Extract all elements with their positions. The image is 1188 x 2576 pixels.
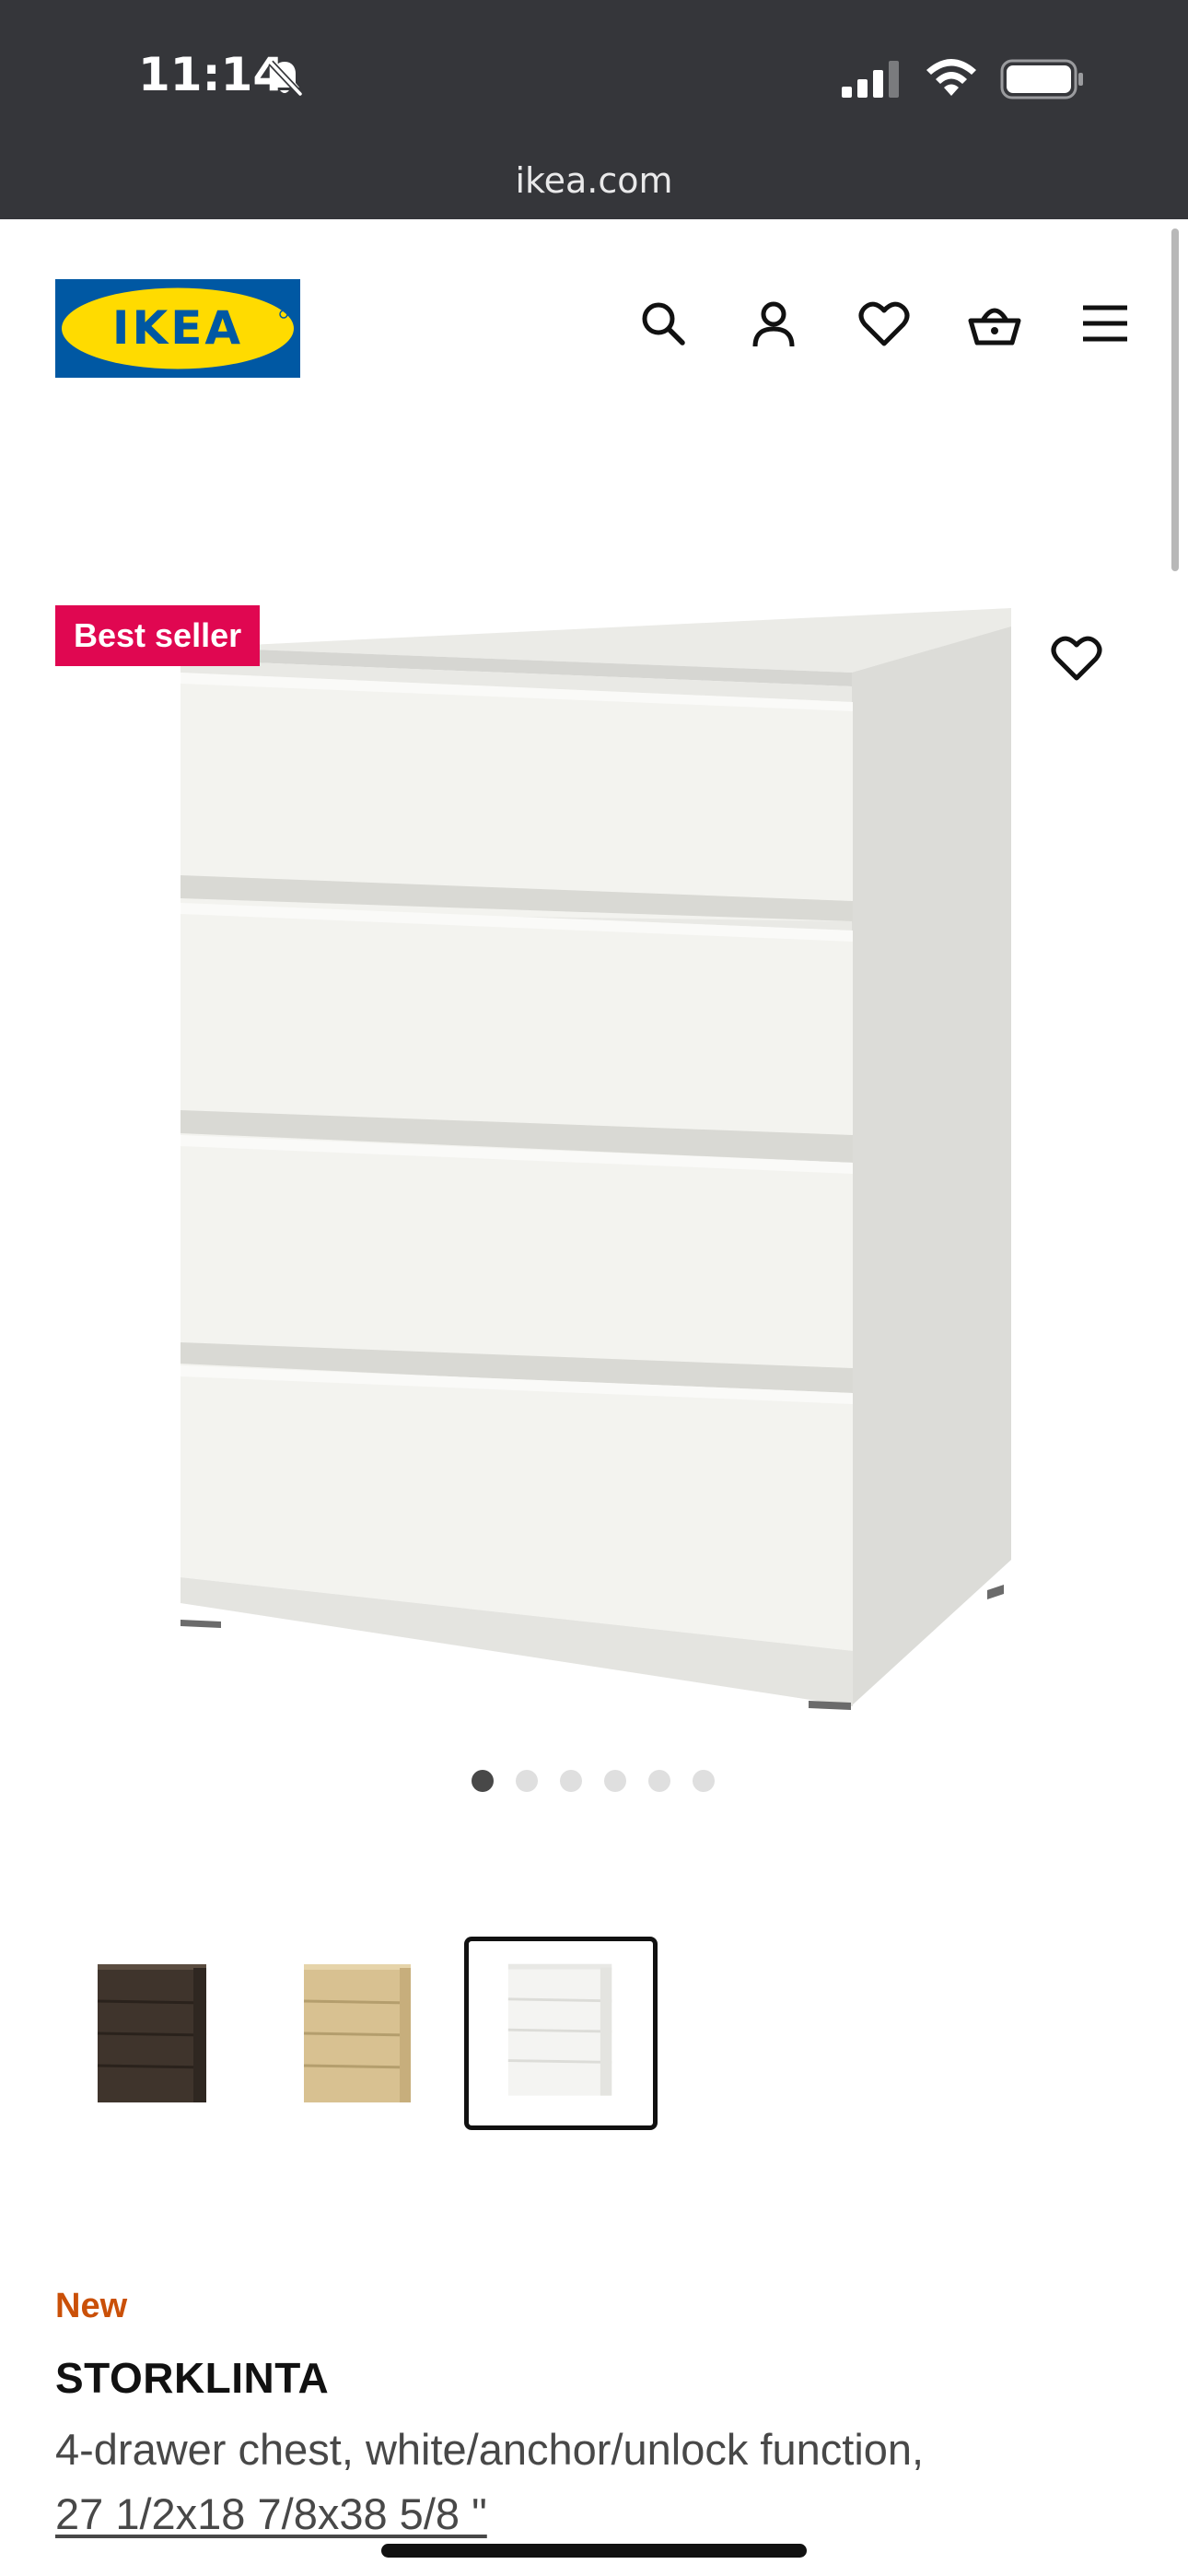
variant-chest-image [507, 1963, 612, 2096]
new-tag: New [55, 2287, 128, 2325]
ikea-logo-text: IKEA [112, 301, 243, 355]
best-seller-badge: Best seller [55, 605, 261, 666]
variant-black-brown[interactable] [55, 1937, 249, 2130]
ikea-logo[interactable]: IKEA [55, 279, 300, 378]
product-description: 4-drawer chest, white/anchor/unlock func… [55, 2418, 1142, 2547]
product-dimensions-link[interactable]: 27 1/2x18 7/8x38 5/8 " [55, 2489, 487, 2538]
bell-slash-icon [268, 60, 303, 97]
heart-icon[interactable] [1050, 631, 1103, 685]
variant-chest-image [303, 1964, 412, 2102]
menu-icon[interactable] [1078, 297, 1132, 350]
product-name: STORKLINTA [55, 2354, 330, 2402]
product-description-text: 4-drawer chest, white/anchor/unlock func… [55, 2425, 925, 2474]
home-indicator [381, 2544, 807, 2558]
page: 11:14 ikea.com IKEA Best seller New STOR… [0, 0, 1188, 2576]
wifi-icon [926, 59, 976, 96]
carousel-dot[interactable] [472, 1770, 494, 1792]
carousel-dot[interactable] [560, 1770, 582, 1792]
carousel-dots [472, 1770, 729, 1792]
variant-oak-effect[interactable] [260, 1937, 453, 2130]
variant-white[interactable] [464, 1937, 658, 2130]
favorites-icon[interactable] [857, 297, 911, 350]
product-image[interactable] [138, 553, 1041, 1732]
status-bar: 11:14 [0, 0, 1188, 157]
search-icon[interactable] [636, 297, 690, 350]
signal-icon [842, 61, 899, 98]
scrollbar[interactable] [1171, 228, 1179, 571]
url-text[interactable]: ikea.com [0, 160, 1188, 201]
carousel-dot[interactable] [693, 1770, 715, 1792]
account-icon[interactable] [747, 297, 800, 350]
carousel-dot[interactable] [648, 1770, 670, 1792]
carousel-dot[interactable] [516, 1770, 538, 1792]
carousel-dot[interactable] [604, 1770, 626, 1792]
battery-icon [1000, 59, 1083, 100]
variant-chest-image [97, 1964, 207, 2102]
cart-icon[interactable] [968, 297, 1021, 350]
url-bar[interactable]: ikea.com [0, 157, 1188, 219]
